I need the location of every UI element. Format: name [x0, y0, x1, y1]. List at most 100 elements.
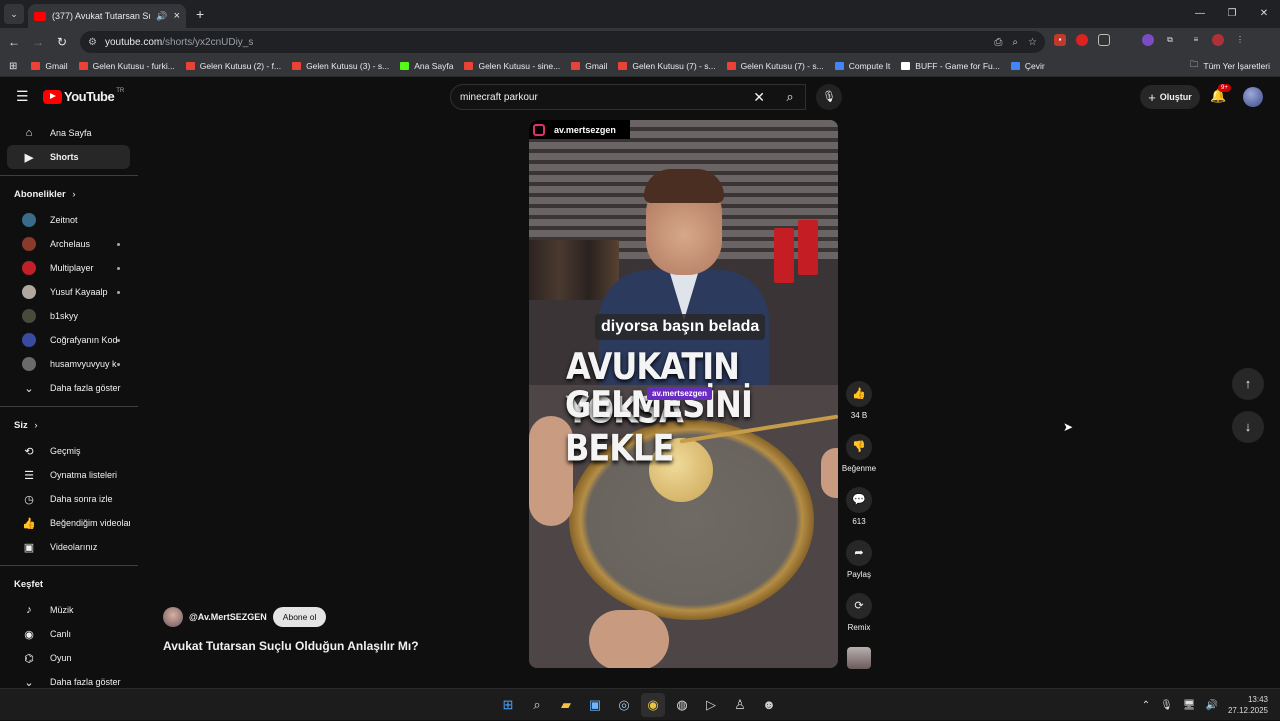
zoom-icon[interactable]: ⌕ [1012, 37, 1018, 48]
search-button[interactable]: ⌕ [774, 84, 806, 110]
subscription-item[interactable]: Archelaus [7, 232, 130, 256]
library-icon: ▣ [23, 541, 35, 554]
extension-3-icon[interactable] [1098, 34, 1110, 46]
new-tab-button[interactable]: + [196, 6, 204, 22]
sidebar-item-you[interactable]: ⟲ Geçmiş [7, 439, 130, 463]
steam-icon[interactable]: ◎ [612, 693, 636, 717]
volume-icon[interactable]: 🔊 [1206, 700, 1218, 711]
audio-playing-icon[interactable]: 🔊 [156, 11, 167, 22]
network-icon[interactable]: 🖥 [1183, 700, 1196, 711]
clear-search-icon[interactable]: ✕ [753, 89, 765, 106]
media-control-icon[interactable]: ≡ [1190, 34, 1202, 46]
profile-icon[interactable] [1212, 34, 1224, 46]
tab-search-button[interactable]: ⌄ [4, 4, 24, 24]
photos-icon[interactable]: ▣ [583, 693, 607, 717]
bookmark-item[interactable]: Gelen Kutusu - sine... [464, 61, 560, 71]
bookmark-item[interactable]: BUFF - Game for Fu... [901, 61, 1000, 71]
bookmark-item[interactable]: Çevir [1010, 61, 1045, 71]
subscription-item[interactable]: Coğrafyanın Kodl... [7, 328, 130, 352]
extension-5-icon[interactable] [1142, 34, 1154, 46]
taskbar-apps: ⊞ ⌕ ▰ ▣ ◎ ◉ ◍ ▷ ♙ ☻ [496, 693, 781, 717]
sidebar-item-you[interactable]: ☰ Oynatma listeleri [7, 463, 130, 487]
bookmark-item[interactable]: Gelen Kutusu (7) - s... [618, 61, 716, 71]
dislike-button[interactable]: 👎 Beğenme [840, 434, 878, 487]
clock[interactable]: 13:43 27.12.2025 [1228, 694, 1268, 716]
extension-1-icon[interactable]: ▪ [1054, 34, 1066, 46]
minimize-button[interactable]: — [1184, 0, 1216, 28]
tray-overflow-icon[interactable]: ⌃ [1142, 700, 1150, 711]
sidebar-item-shorts[interactable]: ▶ Shorts [7, 145, 130, 169]
extensions-puzzle-icon[interactable]: ⧉ [1164, 34, 1176, 46]
microphone-icon[interactable]: 🎙 [1160, 700, 1173, 711]
voice-search-icon[interactable]: 🎙 [816, 84, 842, 110]
all-bookmarks-button[interactable]: 🗀 Tüm Yer İşaretleri [1190, 59, 1270, 73]
sidebar-item-you[interactable]: 👍 Beğendiğim videolar [7, 511, 130, 535]
like-button[interactable]: 👍 34 B [840, 381, 878, 434]
bookmark-star-icon[interactable]: ☆ [1028, 37, 1037, 48]
address-bar[interactable]: ⚙ youtube.com/shorts/yx2cnUDiy_s ⎙ ⌕ ☆ [80, 31, 1045, 53]
browser-menu-icon[interactable]: ⋮ [1234, 34, 1246, 46]
audio-source-thumbnail[interactable] [847, 647, 871, 669]
media-player-icon[interactable]: ▷ [699, 693, 723, 717]
sidebar-item-you[interactable]: ◷ Daha sonra izle [7, 487, 130, 511]
app-icon[interactable]: ♙ [728, 693, 752, 717]
comments-button[interactable]: 💬 613 [840, 487, 878, 540]
bookmark-item[interactable]: Gmail [31, 61, 68, 71]
forward-button[interactable]: → [26, 35, 50, 49]
shorts-player[interactable]: diyorsa başın belada AVUKATIN YOKSA GELM… [529, 120, 838, 668]
subscription-item[interactable]: b1skyy [7, 304, 130, 328]
discord-icon[interactable]: ☻ [757, 693, 781, 717]
menu-icon[interactable]: ☰ [16, 88, 29, 105]
subscribe-button[interactable]: Abone ol [272, 607, 327, 627]
restore-button[interactable]: ❐ [1216, 0, 1248, 28]
tab-title: (377) Avukat Tutarsan Suçlu [52, 11, 150, 21]
sidebar-item-explore[interactable]: ♪ Müzik [7, 598, 130, 622]
bookmark-item[interactable]: Compute It [834, 61, 890, 71]
notifications-bell-icon[interactable]: 🔔 9+ [1210, 84, 1231, 104]
account-avatar[interactable] [1243, 87, 1263, 107]
previous-short-button[interactable]: ↑ [1232, 368, 1264, 400]
show-more-subscriptions[interactable]: ⌄ Daha fazla göster [7, 376, 130, 400]
install-app-icon[interactable]: ⎙ [994, 37, 1002, 48]
sidebar-item-explore[interactable]: ⌬ Oyun [7, 646, 130, 670]
create-button[interactable]: + Oluştur [1140, 85, 1200, 109]
sidebar-item-you[interactable]: ▣ Videolarınız [7, 535, 130, 559]
apps-grid-icon[interactable]: ⊞ [9, 61, 17, 72]
bookmark-item[interactable]: Gelen Kutusu - furki... [78, 61, 175, 71]
extension-4-icon[interactable] [1120, 34, 1132, 46]
youtube-logo[interactable]: YouTube TR [43, 88, 124, 104]
subscription-item[interactable]: Multiplayer [7, 256, 130, 280]
search-icon[interactable]: ⌕ [525, 693, 549, 717]
reload-button[interactable]: ↻ [50, 35, 74, 49]
extension-2-icon[interactable] [1076, 34, 1088, 46]
sidebar-item-explore[interactable]: ◉ Canlı [7, 622, 130, 646]
chrome-icon[interactable]: ◉ [641, 693, 665, 717]
start-windows-icon[interactable]: ⊞ [496, 693, 520, 717]
bookmark-item[interactable]: Gmail [571, 61, 607, 71]
bookmark-item[interactable]: Gelen Kutusu (3) - s... [292, 61, 389, 71]
subscription-item[interactable]: Zeitnot [7, 208, 130, 232]
file-explorer-icon[interactable]: ▰ [554, 693, 578, 717]
remix-button[interactable]: ⟳ Remix [840, 593, 878, 646]
channel-avatar [22, 309, 36, 323]
subscriptions-header[interactable]: Abonelikler › [0, 182, 138, 208]
site-info-icon[interactable]: ⚙ [88, 37, 97, 48]
back-button[interactable]: ← [2, 35, 26, 49]
bookmark-item[interactable]: Gelen Kutusu (2) - f... [185, 61, 281, 71]
bookmark-item[interactable]: Gelen Kutusu (7) - s... [726, 61, 824, 71]
you-header[interactable]: Siz › [0, 413, 138, 439]
search-input[interactable]: minecraft parkour ✕ [450, 84, 806, 110]
close-window-button[interactable]: ✕ [1248, 0, 1280, 28]
channel-avatar[interactable] [163, 607, 183, 627]
channel-name[interactable]: @Av.MertSEZGEN [189, 612, 267, 622]
browser-tab-active[interactable]: (377) Avukat Tutarsan Suçlu 🔊 × [28, 4, 186, 28]
subscription-item[interactable]: Yusuf Kayaalp [7, 280, 130, 304]
close-tab-icon[interactable]: × [174, 10, 180, 22]
subscription-item[interactable]: husamvyuvyuy k... [7, 352, 130, 376]
bookmark-item[interactable]: Ana Sayfa [400, 61, 453, 71]
next-short-button[interactable]: ↓ [1232, 411, 1264, 443]
share-button[interactable]: ➦ Paylaş [840, 540, 878, 593]
short-title[interactable]: Avukat Tutarsan Suçlu Olduğun Anlaşılır … [163, 639, 419, 653]
sidebar-item-ana-sayfa[interactable]: ⌂ Ana Sayfa [7, 121, 130, 145]
obs-icon[interactable]: ◍ [670, 693, 694, 717]
